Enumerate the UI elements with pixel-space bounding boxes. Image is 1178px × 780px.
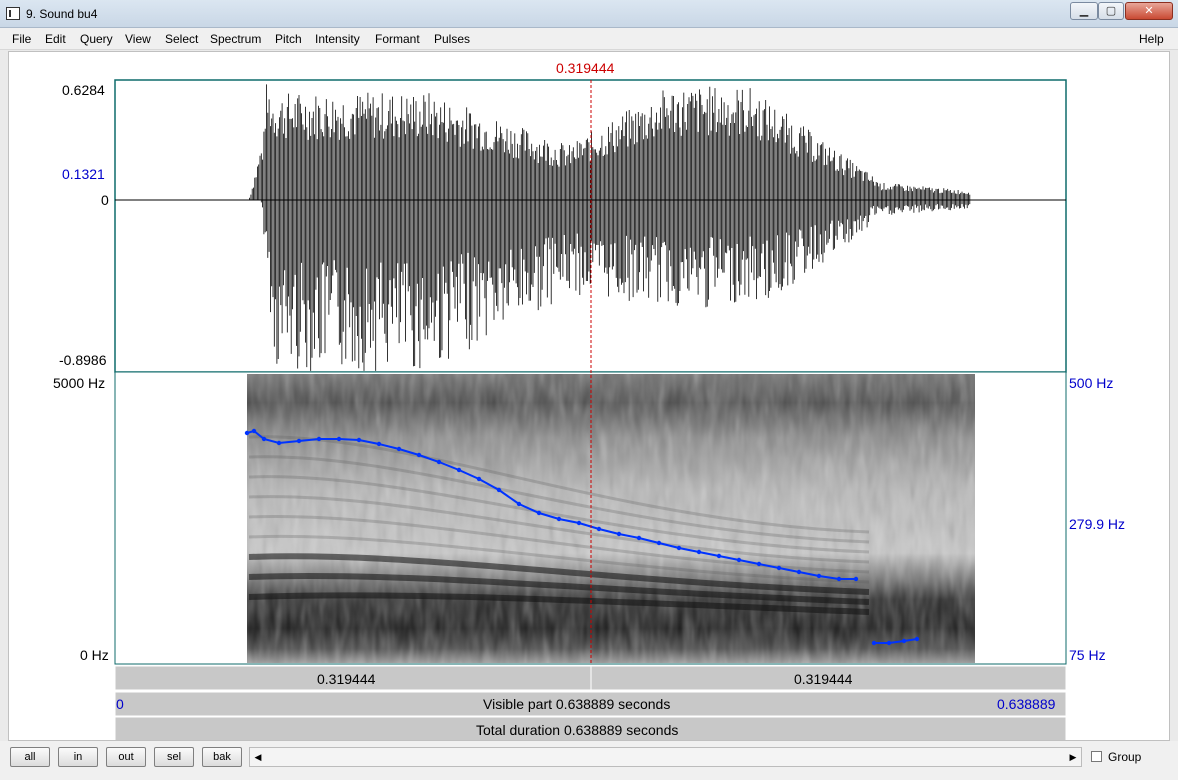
waveform-max-label: 0.6284 [62, 82, 105, 98]
menu-formant[interactable]: Formant [375, 32, 420, 46]
waveform-zero-label: 0 [101, 192, 109, 208]
group-checkbox[interactable] [1091, 751, 1102, 762]
zoom-all-button[interactable]: all [10, 747, 50, 767]
menu-edit[interactable]: Edit [45, 32, 66, 46]
menu-pitch[interactable]: Pitch [275, 32, 302, 46]
group-label: Group [1108, 750, 1142, 764]
visible-part-label: Visible part 0.638889 seconds [483, 696, 671, 712]
segment-right-label: 0.319444 [794, 671, 853, 687]
pitch-mid-label: 279.9 Hz [1069, 516, 1126, 532]
visible-start-label: 0 [116, 696, 124, 712]
visible-end-label: 0.638889 [997, 696, 1056, 712]
zoom-out-button[interactable]: out [106, 747, 146, 767]
editor-canvas [114, 79, 1067, 740]
zoom-sel-button[interactable]: sel [154, 747, 194, 767]
sound-editor: 0.319444 0.6284 0.1321 0 -0.8986 5000 Hz… [8, 51, 1170, 741]
menu-spectrum[interactable]: Spectrum [210, 32, 261, 46]
menu-pulses[interactable]: Pulses [434, 32, 470, 46]
menu-file[interactable]: File [12, 32, 31, 46]
menu-help[interactable]: Help [1139, 32, 1164, 46]
time-scrollbar[interactable]: ◀ ▶ [249, 747, 1082, 767]
scroll-left-icon[interactable]: ◀ [250, 748, 266, 766]
menu-intensity[interactable]: Intensity [315, 32, 360, 46]
app-icon [6, 7, 20, 20]
waveform-cursor-value: 0.1321 [62, 166, 105, 182]
spectrogram-bottom-label: 0 Hz [80, 647, 109, 663]
title-bar: 9. Sound bu4 ▁ ▢ ✕ [0, 0, 1178, 28]
window-title: 9. Sound bu4 [26, 7, 98, 21]
bottom-toolbar: all in out sel bak ◀ ▶ Group [0, 741, 1178, 780]
menu-bar: File Edit Query View Select Spectrum Pit… [0, 28, 1178, 50]
close-icon: ✕ [1144, 5, 1154, 17]
close-button[interactable]: ✕ [1125, 2, 1173, 20]
maximize-button[interactable]: ▢ [1098, 2, 1124, 20]
pitch-top-label: 500 Hz [1069, 375, 1114, 391]
minimize-button[interactable]: ▁ [1070, 2, 1098, 20]
waveform-min-label: -0.8986 [59, 352, 107, 368]
zoom-in-button[interactable]: in [58, 747, 98, 767]
minimize-icon: ▁ [1079, 5, 1089, 17]
scroll-right-icon[interactable]: ▶ [1065, 748, 1081, 766]
segment-left-label: 0.319444 [317, 671, 376, 687]
total-duration-label: Total duration 0.638889 seconds [476, 722, 679, 738]
menu-query[interactable]: Query [80, 32, 113, 46]
zoom-back-button[interactable]: bak [202, 747, 242, 767]
menu-view[interactable]: View [125, 32, 151, 46]
pitch-bottom-label: 75 Hz [1069, 647, 1106, 663]
maximize-icon: ▢ [1105, 5, 1117, 17]
cursor-time-label: 0.319444 [556, 60, 615, 76]
menu-select[interactable]: Select [165, 32, 198, 46]
spectrogram-top-label: 5000 Hz [53, 375, 106, 391]
